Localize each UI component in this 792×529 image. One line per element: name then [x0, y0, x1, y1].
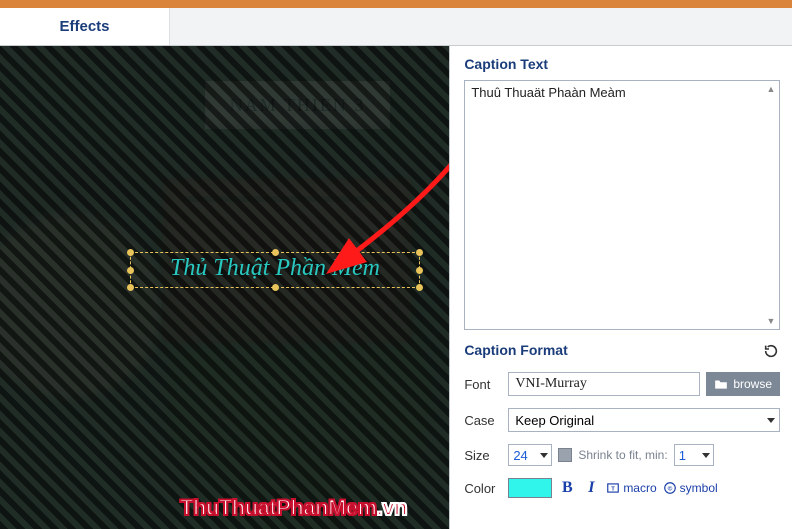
- size-row: Size 24 Shrink to fit, min: 1: [464, 444, 780, 466]
- italic-button[interactable]: I: [582, 479, 600, 497]
- caption-bounding-box[interactable]: Thủ Thuật Phần Mềm: [130, 252, 420, 288]
- bold-button[interactable]: B: [558, 479, 576, 497]
- caption-format-header: Caption Format: [464, 342, 780, 360]
- caption-text-input[interactable]: [464, 80, 780, 330]
- size-input[interactable]: 24: [508, 444, 552, 466]
- shrink-min-input[interactable]: 1: [674, 444, 714, 466]
- shrink-min-value: 1: [679, 448, 686, 463]
- size-label: Size: [464, 448, 502, 463]
- tab-bar: Effects: [0, 8, 792, 46]
- size-value: 24: [513, 448, 527, 463]
- browse-font-button[interactable]: browse: [706, 372, 780, 396]
- symbol-icon: ©: [663, 481, 677, 495]
- svg-text:©: ©: [667, 484, 672, 492]
- symbol-button[interactable]: © symbol: [663, 481, 718, 495]
- reset-icon[interactable]: [762, 342, 780, 360]
- caption-format-title: Caption Format: [464, 342, 567, 358]
- case-select[interactable]: Keep Original: [508, 408, 780, 432]
- color-row: Color B I T macro © symbol: [464, 478, 780, 498]
- window-accent-strip: [0, 0, 792, 8]
- shrink-label: Shrink to fit, min:: [578, 448, 667, 462]
- case-label: Case: [464, 413, 502, 428]
- side-panel: Caption Text ▲ ▼ Caption Format Font bro…: [449, 46, 792, 529]
- folder-icon: [714, 378, 728, 390]
- color-label: Color: [464, 481, 502, 496]
- content-area: NAM THIEN 3 Thủ Thuật Phần Mềm ThuThuatP…: [0, 46, 792, 529]
- scroll-up-icon[interactable]: ▲: [766, 84, 776, 94]
- resize-handle[interactable]: [127, 284, 134, 291]
- font-row: Font browse: [464, 372, 780, 396]
- chevron-down-icon: [702, 453, 710, 458]
- sign-plate: NAM THIEN 3: [205, 81, 390, 129]
- chevron-down-icon: [767, 418, 775, 423]
- resize-handle[interactable]: [272, 284, 279, 291]
- macro-icon: T: [606, 481, 620, 495]
- shrink-checkbox[interactable]: [558, 448, 572, 462]
- watermark-main: ThuThuatPhanMem: [180, 495, 377, 520]
- caption-text-title: Caption Text: [464, 56, 780, 72]
- font-input[interactable]: [508, 372, 700, 396]
- chevron-down-icon: [540, 453, 548, 458]
- scroll-down-icon[interactable]: ▼: [766, 316, 776, 326]
- macro-button[interactable]: T macro: [606, 481, 656, 495]
- watermark-suffix: .vn: [377, 495, 407, 520]
- case-row: Case Keep Original: [464, 408, 780, 432]
- font-label: Font: [464, 377, 502, 392]
- watermark: ThuThuatPhanMem.vn: [180, 495, 407, 521]
- resize-handle[interactable]: [416, 284, 423, 291]
- case-value: Keep Original: [515, 413, 594, 428]
- caption-text-field-wrap: ▲ ▼: [464, 80, 780, 330]
- browse-label: browse: [733, 377, 772, 391]
- color-swatch[interactable]: [508, 478, 552, 498]
- caption-rendered-text[interactable]: Thủ Thuật Phần Mềm: [131, 255, 419, 282]
- tab-effects[interactable]: Effects: [0, 8, 170, 45]
- preview-canvas[interactable]: NAM THIEN 3 Thủ Thuật Phần Mềm ThuThuatP…: [0, 46, 449, 529]
- svg-text:T: T: [612, 486, 616, 492]
